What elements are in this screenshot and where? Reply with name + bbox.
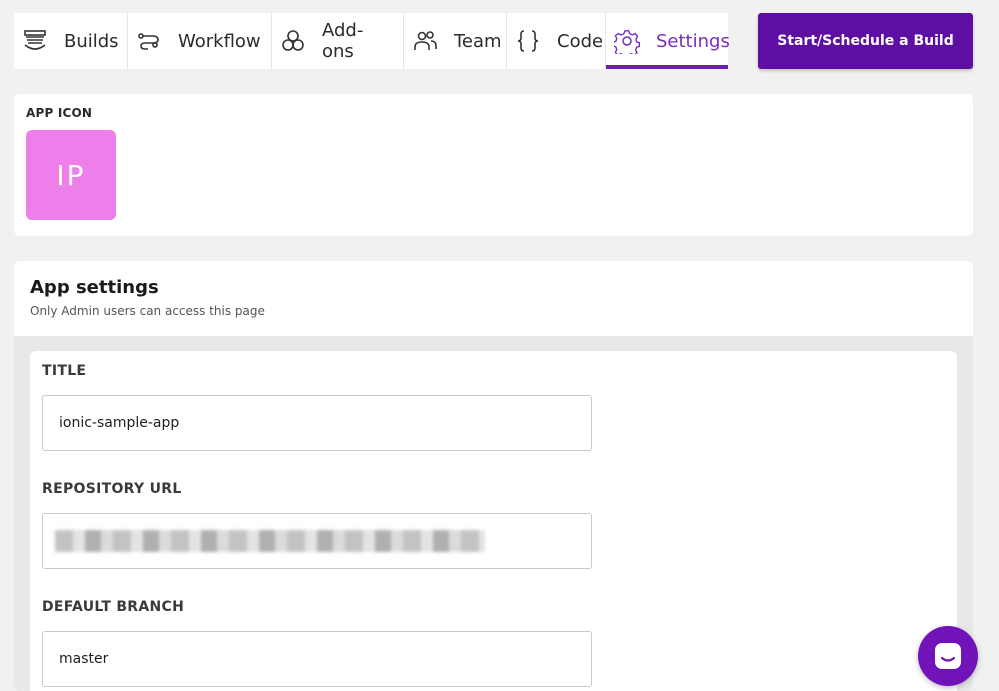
repository-url-label: REPOSITORY URL <box>42 481 182 497</box>
redacted-repository-url <box>55 530 485 552</box>
start-schedule-build-button[interactable]: Start/Schedule a Build <box>758 13 973 69</box>
app-settings-body: TITLE REPOSITORY URL DEFAULT BRANCH <box>14 336 973 691</box>
chat-icon <box>935 643 961 669</box>
addons-icon <box>280 28 306 54</box>
app-icon-label: APP ICON <box>26 106 93 120</box>
tab-builds[interactable]: Builds <box>14 13 128 69</box>
tab-team[interactable]: Team <box>404 13 507 69</box>
tab-label: Add-ons <box>322 20 364 62</box>
default-branch-field: DEFAULT BRANCH <box>42 599 945 687</box>
title-label: TITLE <box>42 363 87 379</box>
gear-icon <box>614 28 640 54</box>
tab-addons[interactable]: Add-ons <box>272 13 404 69</box>
title-input[interactable] <box>42 395 592 451</box>
settings-form: TITLE REPOSITORY URL DEFAULT BRANCH <box>30 351 957 691</box>
default-branch-input[interactable] <box>42 631 592 687</box>
repository-url-input[interactable] <box>42 513 592 569</box>
default-branch-label: DEFAULT BRANCH <box>42 599 185 615</box>
code-icon <box>515 28 541 54</box>
builds-icon <box>22 28 48 54</box>
tab-code[interactable]: Code <box>507 13 606 69</box>
app-settings-title: App settings <box>30 277 159 298</box>
tab-workflow[interactable]: Workflow <box>128 13 272 69</box>
app-settings-header: App settings Only Admin users can access… <box>14 261 973 336</box>
tab-label: Code <box>557 30 604 52</box>
tab-settings[interactable]: Settings <box>606 13 730 69</box>
team-icon <box>412 28 438 54</box>
workflow-icon <box>136 28 162 54</box>
app-settings-subtitle: Only Admin users can access this page <box>30 304 265 318</box>
app-settings-card: App settings Only Admin users can access… <box>14 261 973 691</box>
app-icon-card: APP ICON IP <box>14 94 973 236</box>
tab-label: Settings <box>656 30 730 52</box>
app-icon-image[interactable]: IP <box>26 130 116 220</box>
tab-label: Team <box>454 30 502 52</box>
title-field: TITLE <box>42 363 945 451</box>
repository-url-field: REPOSITORY URL <box>42 481 945 569</box>
chat-launcher-button[interactable] <box>918 626 978 686</box>
tab-label: Workflow <box>178 30 261 52</box>
tab-label: Builds <box>64 30 119 52</box>
nav-tabs: Builds Workflow Add-ons Team Code Settin… <box>14 13 730 69</box>
